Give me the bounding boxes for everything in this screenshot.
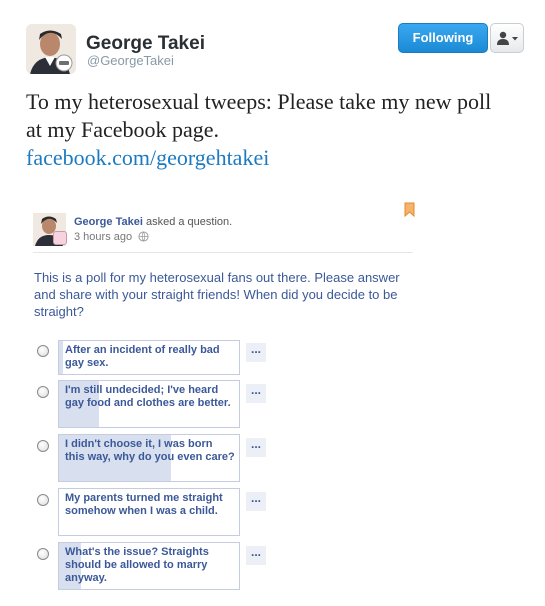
poll-option-radio[interactable] <box>37 494 49 506</box>
user-dropdown-icon <box>497 31 518 45</box>
profile-avatar[interactable] <box>26 24 76 74</box>
globe-icon <box>138 231 149 242</box>
fb-author-name[interactable]: George Takei <box>74 216 143 228</box>
poll-option-more-button[interactable]: ... <box>246 546 266 565</box>
poll-question: This is a poll for my heterosexual fans … <box>34 270 400 319</box>
poll-option-label: I didn't choose it, I was born this way,… <box>65 438 235 463</box>
facebook-link[interactable]: facebook.com/georgehtakei <box>26 144 506 172</box>
tweet-body: To my heterosexual tweeps: Please take m… <box>26 88 506 172</box>
avatar-photo <box>26 24 76 74</box>
fb-post-meta: 3 hours ago <box>74 231 149 243</box>
poll-option-radio[interactable] <box>37 345 49 357</box>
poll-option-label: I'm still undecided; I've heard gay food… <box>65 384 231 409</box>
poll-option-radio[interactable] <box>37 386 49 398</box>
poll-option-label: My parents turned me straight somehow wh… <box>65 492 223 517</box>
profile-handle[interactable]: @GeorgeTakei <box>87 53 174 68</box>
poll-option-label: After an incident of really bad gay sex. <box>65 344 220 369</box>
poll-option[interactable]: After an incident of really bad gay sex. <box>58 340 240 375</box>
poll-option-radio[interactable] <box>37 548 49 560</box>
bookmark-icon[interactable] <box>404 202 415 217</box>
poll-option-more-button[interactable]: ... <box>246 343 266 362</box>
poll-option-more-button[interactable]: ... <box>246 492 266 511</box>
poll-option[interactable]: I didn't choose it, I was born this way,… <box>58 434 240 482</box>
user-actions-button[interactable] <box>490 23 524 53</box>
poll-option[interactable]: What's the issue? Straights should be al… <box>58 542 240 590</box>
fb-post-header: George Takei asked a question. <box>74 216 232 228</box>
poll-option-more-button[interactable]: ... <box>246 438 266 457</box>
profile-name[interactable]: George Takei <box>86 33 205 55</box>
following-button[interactable]: Following <box>398 23 488 53</box>
poll-option-radio[interactable] <box>37 440 49 452</box>
poll-option-more-button[interactable]: ... <box>246 384 266 403</box>
divider <box>33 252 413 253</box>
fb-post-time[interactable]: 3 hours ago <box>74 231 132 243</box>
poll-option-label: What's the issue? Straights should be al… <box>65 546 209 584</box>
question-badge-icon <box>53 231 67 245</box>
fb-post-action: asked a question. <box>145 216 233 228</box>
poll-option[interactable]: My parents turned me straight somehow wh… <box>58 488 240 536</box>
poll-option[interactable]: I'm still undecided; I've heard gay food… <box>58 380 240 428</box>
tweet-text: To my heterosexual tweeps: Please take m… <box>26 89 492 142</box>
